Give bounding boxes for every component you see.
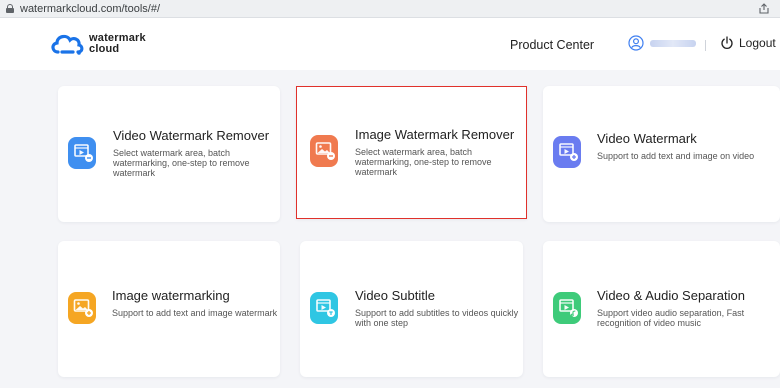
tool-card-video-remove[interactable]: Video Watermark Remover Select watermark … [58, 86, 280, 222]
image-add-icon [68, 290, 96, 326]
video-remove-icon [68, 135, 96, 171]
tool-card-title: Image Watermark Remover [355, 127, 515, 142]
logout-button[interactable]: Logout [720, 36, 776, 50]
tool-card-title: Video Watermark [597, 131, 697, 146]
browser-address-bar: watermarkcloud.com/tools/#/ [0, 0, 780, 18]
tool-card-title: Image watermarking [112, 288, 230, 303]
address-url[interactable]: watermarkcloud.com/tools/#/ [20, 3, 160, 15]
tool-card-description: Support to add text and image watermark [112, 308, 278, 318]
lock-icon [6, 4, 14, 13]
logout-label: Logout [739, 36, 776, 50]
logo-line2: cloud [89, 43, 120, 55]
audio-separation-icon [553, 290, 581, 326]
logo-text: watermark cloud [89, 33, 146, 55]
tool-card-title: Video & Audio Separation [597, 288, 745, 303]
tool-card-description: Support to add subtitles to videos quick… [355, 308, 519, 328]
header-divider [705, 40, 706, 51]
tool-card-description: Support to add text and image on video [597, 151, 755, 161]
image-remove-icon [310, 133, 338, 169]
tool-card-video-add[interactable]: Video Watermark Support to add text and i… [543, 86, 780, 222]
user-menu[interactable] [628, 35, 696, 51]
tool-card-image-add[interactable]: Image watermarking Support to add text an… [58, 241, 280, 377]
site-header: watermark cloud Product Center Logout [0, 18, 780, 70]
subtitle-icon [310, 290, 338, 326]
tool-card-description: Select watermark area, batch watermarkin… [113, 148, 250, 178]
nav-product-center[interactable]: Product Center [510, 38, 594, 52]
tool-card-title: Video Watermark Remover [113, 128, 270, 143]
share-icon[interactable] [758, 3, 770, 15]
tool-card-title: Video Subtitle [355, 288, 435, 303]
video-add-icon [553, 134, 581, 170]
tool-card-audio-separation[interactable]: Video & Audio Separation Support video au… [543, 241, 780, 377]
tool-card-description: Support video audio separation, Fast rec… [597, 308, 745, 328]
tool-card-description: Select watermark area, batch watermarkin… [355, 147, 492, 177]
cloud-logo-icon [51, 34, 84, 55]
power-icon [721, 36, 733, 49]
tool-card-subtitle[interactable]: Video Subtitle Support to add subtitles t… [300, 241, 523, 377]
user-icon [628, 35, 644, 51]
tool-card-image-remove[interactable]: Image Watermark Remover Select watermark … [296, 86, 527, 219]
logo[interactable]: watermark cloud [49, 30, 146, 58]
username-redacted [650, 39, 696, 47]
